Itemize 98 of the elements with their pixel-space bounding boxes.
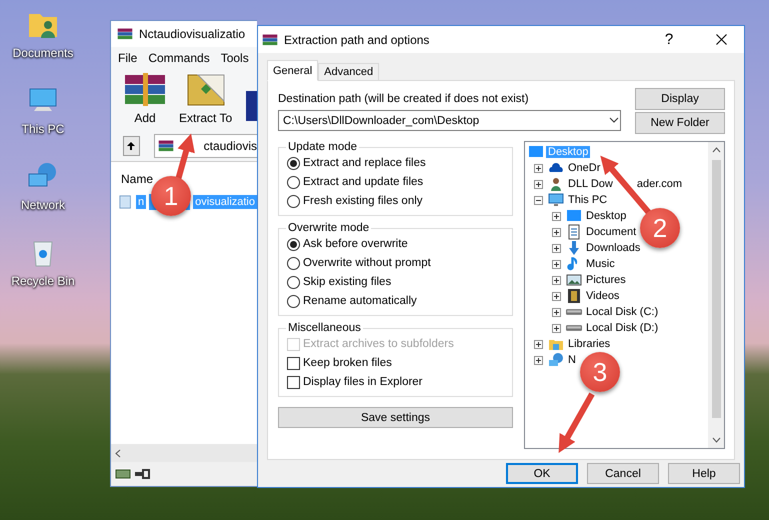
radio-button[interactable] xyxy=(287,294,300,308)
expand-toggle[interactable] xyxy=(552,276,561,284)
help-button[interactable]: ? xyxy=(646,26,692,53)
down-arrow-icon xyxy=(566,240,582,256)
scroll-down-icon xyxy=(712,437,720,443)
toolbar-button-label[interactable]: Add xyxy=(134,111,156,125)
address-text: ctaudiovis xyxy=(204,139,257,153)
tree-item[interactable]: Pictures xyxy=(584,274,628,286)
toolbar-button-label[interactable]: Extract To xyxy=(179,111,232,125)
computer-icon xyxy=(548,192,564,208)
tree-item[interactable]: N xyxy=(566,354,578,366)
expand-toggle[interactable] xyxy=(534,180,543,188)
checkbox[interactable] xyxy=(287,356,300,370)
pointer-arrow xyxy=(175,134,195,181)
destination-path-field[interactable]: C:\Users\DllDownloader_com\Desktop xyxy=(278,110,621,131)
monitor-icon xyxy=(566,208,582,224)
tab[interactable]: General xyxy=(267,60,318,81)
dialog-button[interactable]: Help xyxy=(668,463,740,484)
radio-button[interactable] xyxy=(287,276,300,288)
drive-icon xyxy=(115,468,131,480)
drive-icon xyxy=(566,309,582,315)
books-icon xyxy=(123,71,167,109)
picture-icon xyxy=(566,272,582,288)
globe-icon xyxy=(548,352,564,368)
side-button[interactable]: Display xyxy=(635,88,725,110)
film-icon xyxy=(566,288,582,304)
expand-toggle[interactable] xyxy=(534,340,543,348)
dropdown-caret-icon[interactable] xyxy=(609,117,619,123)
key-icon xyxy=(134,469,150,479)
user-icon xyxy=(548,176,564,192)
tree-item[interactable]: DLL Dow xyxy=(566,178,615,190)
tree-item[interactable]: OneDr xyxy=(566,162,602,174)
tree-item[interactable]: Downloads xyxy=(584,242,642,254)
tree-item[interactable]: Videos xyxy=(584,290,622,302)
tree-item[interactable]: Desktop xyxy=(584,210,628,222)
option-label: Overwrite without prompt xyxy=(303,257,431,269)
expand-toggle[interactable] xyxy=(534,196,543,204)
window-title: Nctaudiovisualizatio xyxy=(139,27,246,41)
pointer-arrow xyxy=(558,392,595,454)
menu-item[interactable]: Commands xyxy=(148,51,210,65)
radio-button[interactable] xyxy=(287,238,300,250)
close-icon xyxy=(716,34,726,45)
drive-icon xyxy=(566,325,582,331)
option-label: Extract archives to subfolders xyxy=(303,338,454,350)
tree-item[interactable]: Libraries xyxy=(566,338,612,350)
tree-item[interactable]: This PC xyxy=(566,194,610,206)
radio-button[interactable] xyxy=(287,194,300,208)
expand-toggle[interactable] xyxy=(552,228,561,236)
tree-item-text: ader.com xyxy=(636,178,682,190)
up-arrow-icon xyxy=(126,141,136,151)
up-button[interactable] xyxy=(123,136,140,156)
books-icon xyxy=(117,26,133,42)
expand-toggle[interactable] xyxy=(552,324,561,332)
scroll-left-icon xyxy=(115,448,121,458)
field-label: Destination path (will be created if does not exist) xyxy=(278,93,530,105)
option-label: Extract and replace files xyxy=(303,157,426,169)
option-label: Extract and update files xyxy=(303,176,424,188)
tree-item[interactable]: Document xyxy=(584,226,638,238)
option-label: Fresh existing files only xyxy=(303,195,423,207)
radio-button[interactable] xyxy=(287,176,300,188)
save-settings-button[interactable]: Save settings xyxy=(278,407,513,428)
address-field[interactable]: ctaudiovis xyxy=(154,134,257,158)
horizontal-scrollbar[interactable] xyxy=(111,444,257,462)
expand-toggle[interactable] xyxy=(534,164,543,172)
vertical-scrollbar[interactable] xyxy=(708,142,724,448)
dialog-title: Extraction path and options xyxy=(284,32,430,46)
side-button[interactable]: New Folder xyxy=(635,112,725,134)
expand-toggle[interactable] xyxy=(552,308,561,316)
expand-toggle[interactable] xyxy=(552,212,561,220)
dialog-button[interactable]: OK xyxy=(506,463,578,484)
menu-item[interactable]: File xyxy=(118,51,138,65)
tree-item[interactable]: Local Disk (D:) xyxy=(584,322,660,334)
document-icon xyxy=(566,224,582,240)
tab[interactable]: Advanced xyxy=(318,63,380,81)
menu-item[interactable]: Tools xyxy=(220,51,249,65)
expand-toggle[interactable] xyxy=(552,244,561,252)
checkbox[interactable] xyxy=(287,376,300,388)
radio-button[interactable] xyxy=(287,256,300,270)
scroll-up-icon xyxy=(712,147,720,153)
group-title: Overwrite mode xyxy=(287,222,370,234)
option-label: Ask before overwrite xyxy=(303,238,408,250)
dialog-button[interactable]: Cancel xyxy=(587,463,659,484)
file-icon xyxy=(119,194,133,210)
radio-button[interactable] xyxy=(287,156,300,170)
monitor-icon xyxy=(528,144,544,160)
option-label: Keep broken files xyxy=(303,357,392,369)
expand-toggle[interactable] xyxy=(552,292,561,300)
group-title: Update mode xyxy=(287,141,358,153)
group-title: Miscellaneous xyxy=(287,322,362,334)
expand-toggle[interactable] xyxy=(534,356,543,364)
tree-item[interactable]: Local Disk (C:) xyxy=(584,306,660,318)
option-label: Skip existing files xyxy=(303,276,392,288)
tree-item[interactable]: Music xyxy=(584,258,617,270)
option-label: Rename automatically xyxy=(303,295,417,307)
expand-toggle[interactable] xyxy=(552,260,561,268)
books-icon xyxy=(158,138,174,154)
option-label: Display files in Explorer xyxy=(303,376,423,388)
books-icon xyxy=(262,32,278,48)
